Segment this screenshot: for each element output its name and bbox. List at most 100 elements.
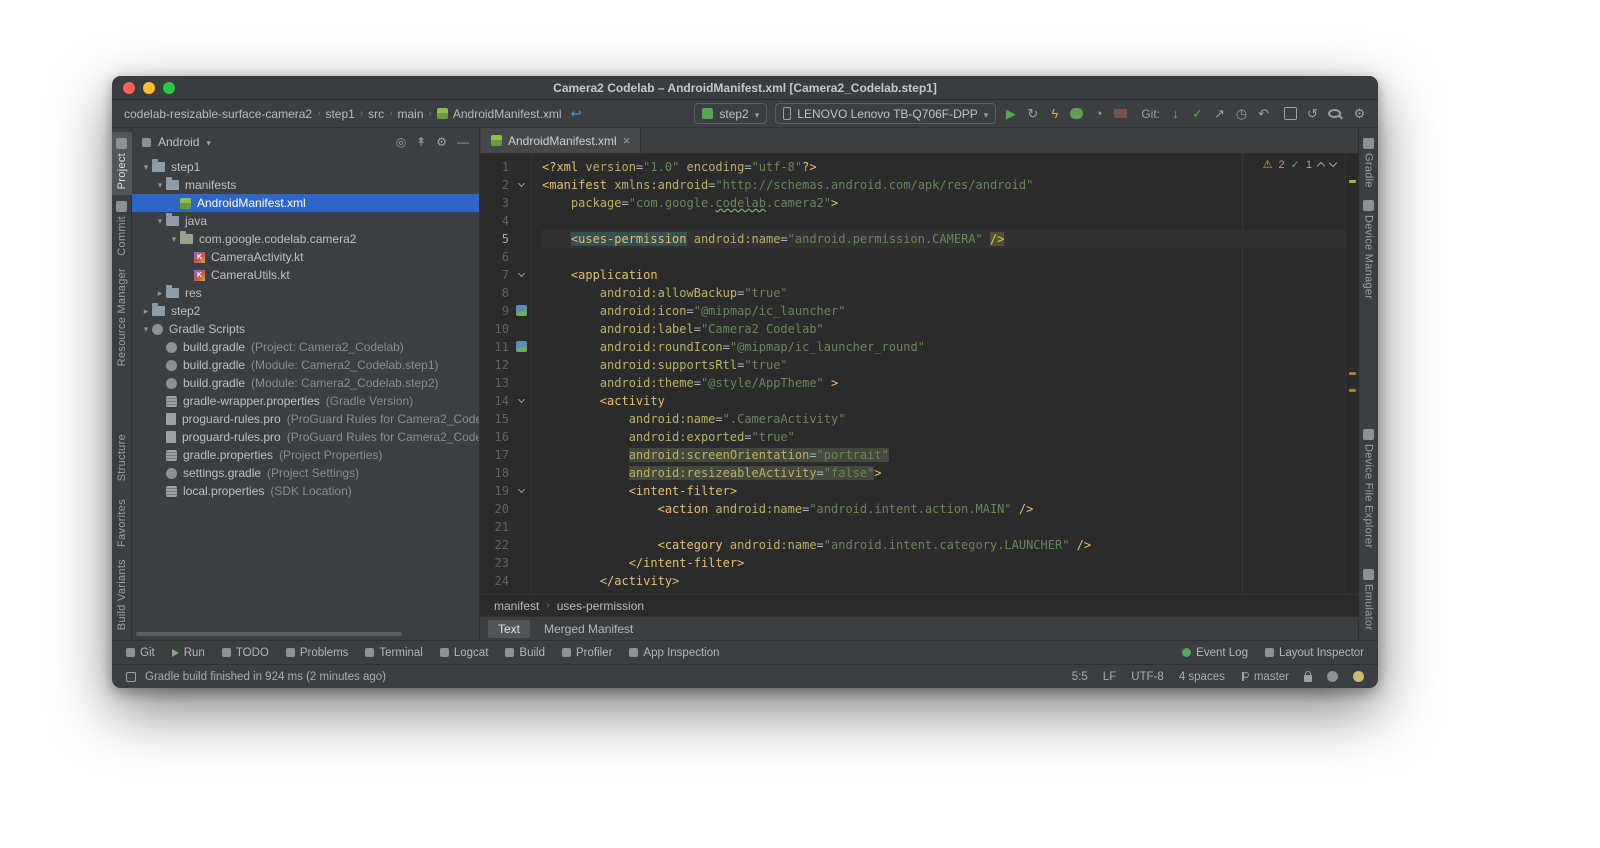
code-line[interactable]: android:icon="@mipmap/ic_launcher": [542, 302, 1345, 320]
status-line-separator[interactable]: LF: [1103, 671, 1116, 683]
code-line[interactable]: android:exported="true": [542, 428, 1345, 446]
editor-breadcrumb-item[interactable]: manifest: [494, 599, 539, 613]
tool-button-event-log[interactable]: Event Log: [1182, 647, 1248, 659]
fold-icon[interactable]: [517, 269, 526, 278]
tree-item[interactable]: proguard-rules.pro (ProGuard Rules for Ca…: [132, 410, 479, 428]
chevron-down-icon[interactable]: ▾: [168, 234, 180, 245]
error-stripe-scrollbar[interactable]: [1345, 154, 1358, 594]
tool-window-button-project[interactable]: Project: [112, 132, 132, 196]
code-line[interactable]: <intent-filter>: [542, 482, 1345, 500]
code-line[interactable]: <uses-permission android:name="android.p…: [542, 230, 1345, 248]
tool-button-logcat[interactable]: Logcat: [439, 647, 488, 659]
breadcrumb-item[interactable]: step1: [325, 107, 354, 121]
tree-item[interactable]: CameraUtils.kt: [132, 266, 479, 284]
code-line[interactable]: android:theme="@style/AppTheme" >: [542, 374, 1345, 392]
hide-panel-icon[interactable]: —: [457, 136, 469, 148]
editor-view-tab-text[interactable]: Text: [488, 619, 531, 638]
code-editor[interactable]: <?xml version="1.0" encoding="utf-8"?> <m…: [532, 154, 1345, 594]
resource-preview-icon[interactable]: [516, 305, 527, 316]
tree-item[interactable]: ▾ manifests: [132, 176, 479, 194]
tree-item[interactable]: ▾ Gradle Scripts: [132, 320, 479, 338]
tool-button-todo[interactable]: TODO: [221, 647, 269, 659]
tree-item[interactable]: local.properties (SDK Location): [132, 482, 479, 500]
code-line[interactable]: android:label="Camera2 Codelab": [542, 320, 1345, 338]
git-rollback-icon[interactable]: ↶: [1257, 107, 1270, 120]
back-navigation-icon[interactable]: ↩: [570, 107, 583, 120]
close-window-button[interactable]: [123, 82, 135, 94]
profiler-icon[interactable]: ◔: [1092, 107, 1105, 120]
collapse-all-icon[interactable]: ↟: [416, 136, 426, 148]
chevron-down-icon[interactable]: ▾: [154, 180, 166, 191]
chevron-right-icon[interactable]: ▸: [154, 288, 166, 299]
code-line[interactable]: android:screenOrientation="portrait": [542, 446, 1345, 464]
stop-icon[interactable]: [1114, 109, 1128, 118]
tool-button-profiler[interactable]: Profiler: [561, 647, 612, 659]
fold-icon[interactable]: [517, 395, 526, 404]
code-line[interactable]: android:name=".CameraActivity": [542, 410, 1345, 428]
tool-window-button-gradle[interactable]: Gradle: [1359, 132, 1379, 194]
code-line[interactable]: android:supportsRtl="true": [542, 356, 1345, 374]
tool-window-button-device-file-explorer[interactable]: Device File Explorer: [1359, 423, 1379, 554]
run-configuration-select[interactable]: step2: [694, 103, 768, 124]
next-issue-icon[interactable]: [1328, 158, 1338, 168]
editor-surface[interactable]: 1 2 3 4 5 6 7 8 9 10 11 12 13 14 15 16 17 18 19 20 21 22 23 24 …: [480, 154, 1358, 594]
code-line[interactable]: </intent-filter>: [542, 554, 1345, 572]
code-line[interactable]: package="com.google.codelab.camera2">: [542, 194, 1345, 212]
project-horizontal-scrollbar[interactable]: [136, 632, 402, 636]
git-update-icon[interactable]: ↓: [1169, 107, 1182, 120]
tool-button-app-inspection[interactable]: App Inspection: [629, 647, 720, 659]
tree-item[interactable]: ▾ java: [132, 212, 479, 230]
editor-breadcrumb-item[interactable]: uses-permission: [557, 599, 644, 613]
tool-button-terminal[interactable]: Terminal: [365, 647, 423, 659]
inspection-widget[interactable]: 2 1: [1257, 157, 1341, 172]
breadcrumb-item[interactable]: AndroidManifest.xml: [453, 107, 562, 121]
tool-button-problems[interactable]: Problems: [285, 647, 348, 659]
minimize-window-button[interactable]: [143, 82, 155, 94]
tree-item[interactable]: ▾ step1: [132, 158, 479, 176]
chevron-down-icon[interactable]: ▾: [140, 162, 152, 173]
tool-window-button-resource-manager[interactable]: Resource Manager: [112, 262, 132, 372]
toggle-toolwindows-icon[interactable]: [126, 671, 136, 682]
tree-item[interactable]: build.gradle (Project: Camera2_Codelab): [132, 338, 479, 356]
git-commit-icon[interactable]: ✓: [1191, 107, 1204, 120]
code-line[interactable]: [542, 212, 1345, 230]
settings-icon[interactable]: ⚙: [1353, 107, 1366, 120]
tree-item[interactable]: ▾ com.google.codelab.camera2: [132, 230, 479, 248]
tool-window-button-device-manager[interactable]: Device Manager: [1359, 194, 1379, 305]
code-line[interactable]: [542, 518, 1345, 536]
tool-window-button-emulator[interactable]: Emulator: [1359, 563, 1379, 636]
code-line[interactable]: android:roundIcon="@mipmap/ic_launcher_r…: [542, 338, 1345, 356]
status-git-branch[interactable]: master: [1240, 671, 1289, 683]
tree-item[interactable]: AndroidManifest.xml: [132, 194, 479, 212]
code-line[interactable]: [542, 248, 1345, 266]
target-device-select[interactable]: LENOVO Lenovo TB-Q706F-DPP: [775, 103, 997, 124]
tree-item[interactable]: ▸ step2: [132, 302, 479, 320]
chevron-right-icon[interactable]: ▸: [140, 306, 152, 317]
code-line[interactable]: <action android:name="android.intent.act…: [542, 500, 1345, 518]
tree-item[interactable]: gradle-wrapper.properties (Gradle Version…: [132, 392, 479, 410]
editor-tab-androidmanifest[interactable]: AndroidManifest.xml: [481, 128, 642, 153]
previous-issue-icon[interactable]: [1316, 161, 1326, 171]
zoom-window-button[interactable]: [163, 82, 175, 94]
code-line[interactable]: <?xml version="1.0" encoding="utf-8"?>: [542, 158, 1345, 176]
breadcrumb-item[interactable]: src: [368, 107, 384, 121]
locate-file-icon[interactable]: ◎: [396, 136, 406, 148]
tool-window-button-structure[interactable]: Structure: [112, 428, 132, 487]
breadcrumb-item[interactable]: main: [397, 107, 423, 121]
tool-button-git[interactable]: Git: [126, 647, 155, 659]
code-line[interactable]: android:resizeableActivity="false">: [542, 464, 1345, 482]
breadcrumb-item[interactable]: codelab-resizable-surface-camera2: [124, 107, 312, 121]
resource-preview-icon[interactable]: [516, 341, 527, 352]
sync-project-icon[interactable]: ↺: [1306, 107, 1319, 120]
close-tab-icon[interactable]: [623, 133, 631, 148]
status-file-encoding[interactable]: UTF-8: [1131, 671, 1164, 683]
fold-icon[interactable]: [517, 485, 526, 494]
tool-window-button-commit[interactable]: Commit: [112, 195, 132, 262]
code-line[interactable]: <application: [542, 266, 1345, 284]
editor-view-tab-merged-manifest[interactable]: Merged Manifest: [534, 620, 643, 638]
apply-changes-icon[interactable]: ↻: [1026, 107, 1039, 120]
device-manager-icon[interactable]: [1284, 107, 1297, 120]
tool-button-layout-inspector[interactable]: Layout Inspector: [1264, 647, 1364, 659]
panel-settings-icon[interactable]: ⚙: [436, 136, 447, 148]
status-ide-status[interactable]: [1327, 671, 1338, 682]
